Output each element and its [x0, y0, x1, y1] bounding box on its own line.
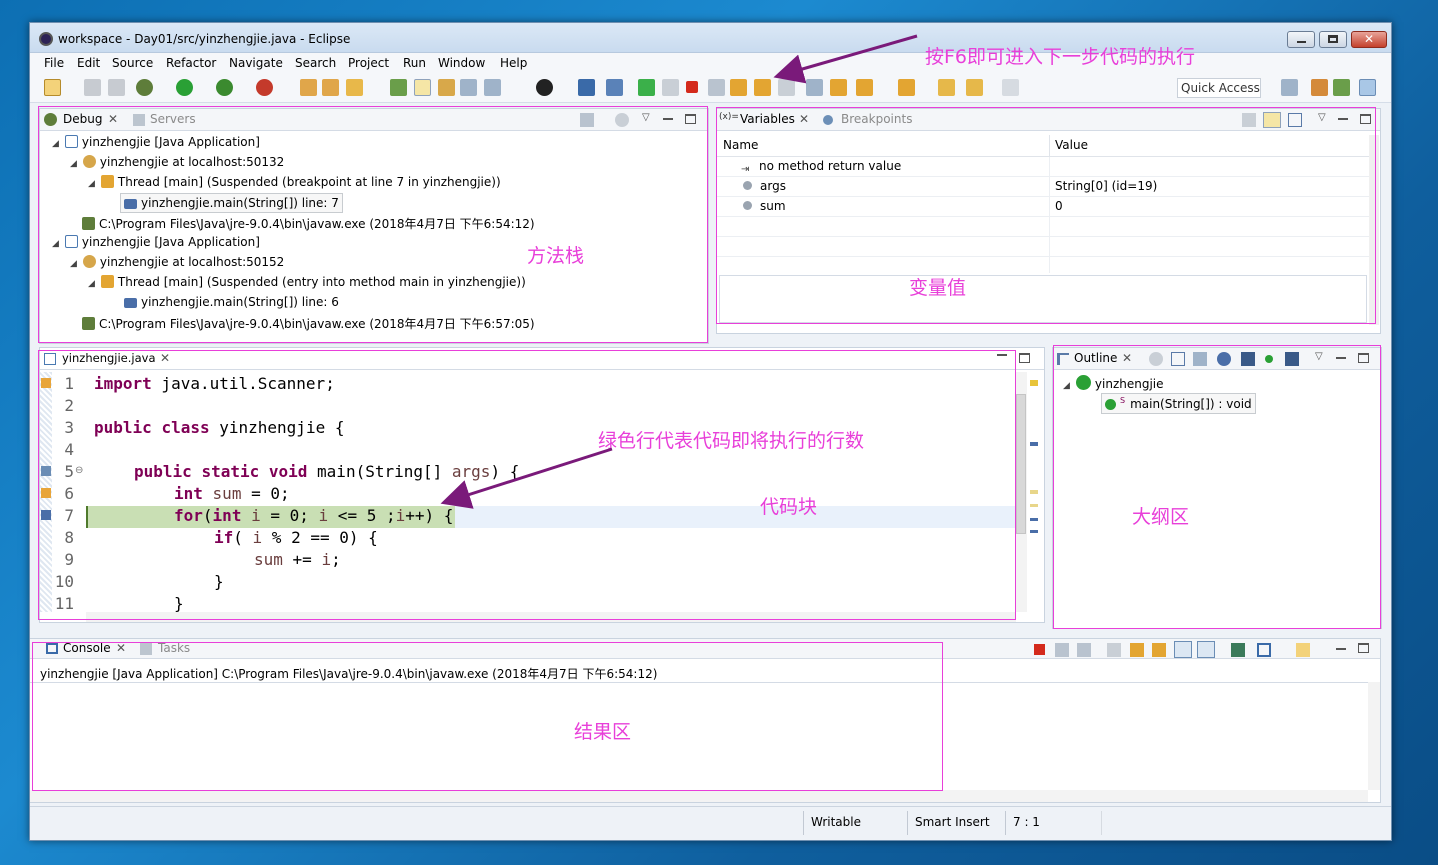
save-icon[interactable]: [84, 79, 101, 96]
previous-edit-icon[interactable]: [898, 79, 915, 96]
open-type-icon[interactable]: [300, 79, 317, 96]
menu-file[interactable]: File: [44, 56, 64, 70]
status-writable: Writable: [811, 815, 861, 829]
annotation-box-variables: [716, 107, 1376, 324]
step-over-icon[interactable]: [754, 79, 771, 96]
remove-launch-icon[interactable]: [1055, 643, 1069, 657]
search-icon[interactable]: [346, 79, 363, 96]
menu-help[interactable]: Help: [500, 56, 527, 70]
scroll-lock-icon[interactable]: [1130, 643, 1144, 657]
quick-access-field[interactable]: Quick Access: [1177, 78, 1261, 98]
show-on-stderr-icon[interactable]: [1197, 641, 1215, 658]
debug-perspective-icon[interactable]: [1359, 79, 1376, 96]
coverage-icon[interactable]: [216, 79, 233, 96]
resume-icon[interactable]: [638, 79, 655, 96]
status-insert-mode[interactable]: Smart Insert: [915, 815, 990, 829]
status-cursor-position: 7 : 1: [1013, 815, 1040, 829]
step-into-icon[interactable]: [730, 79, 747, 96]
annotation-f6: 按F6即可进入下一步代码的执行: [925, 46, 1196, 68]
toggle-mark-icon[interactable]: [390, 79, 407, 96]
perspective-user-icon[interactable]: [536, 79, 553, 96]
step-return-icon[interactable]: [778, 79, 795, 96]
status-bar: Writable Smart Insert 7 : 1: [30, 806, 1391, 840]
next-edit-icon[interactable]: [856, 79, 873, 96]
annotation-box-code: [38, 350, 1016, 620]
new-icon[interactable]: [44, 79, 61, 96]
annotation-code-block: 代码块: [760, 496, 818, 518]
disconnect-icon[interactable]: [708, 79, 725, 96]
eclipse-logo-icon: [39, 32, 53, 46]
overview-ruler[interactable]: [1028, 372, 1042, 612]
annotation-box-result: [32, 642, 943, 791]
annotation-result: 结果区: [574, 721, 632, 743]
annotation-outline: 大纲区: [1132, 506, 1190, 528]
menu-source[interactable]: Source: [112, 56, 153, 70]
skip-breakpoints-icon[interactable]: [606, 79, 623, 96]
external-tools-icon[interactable]: [256, 79, 273, 96]
open-console-icon[interactable]: [1296, 643, 1310, 657]
annotation-box-outline: [1053, 345, 1381, 629]
open-perspective-icon[interactable]: [1281, 79, 1298, 96]
save-all-icon[interactable]: [108, 79, 125, 96]
annotation-method-stack: 方法栈: [527, 245, 585, 267]
run-icon[interactable]: [176, 79, 193, 96]
menu-search[interactable]: Search: [295, 56, 336, 70]
annotation-variables: 变量值: [909, 277, 967, 299]
display-console-icon[interactable]: [1257, 643, 1271, 657]
minimize-button[interactable]: [1287, 31, 1315, 48]
menu-project[interactable]: Project: [348, 56, 389, 70]
show-on-stdout-icon[interactable]: [1174, 641, 1192, 658]
use-step-filters-icon[interactable]: [806, 79, 823, 96]
next-annotation-icon[interactable]: [438, 79, 455, 96]
clear-console-icon[interactable]: [1107, 643, 1121, 657]
java-perspective-icon[interactable]: [1311, 79, 1328, 96]
console-icon[interactable]: [578, 79, 595, 96]
debug-icon[interactable]: [136, 79, 153, 96]
close-button[interactable]: ✕: [1351, 31, 1387, 48]
vertical-scrollbar[interactable]: [1368, 682, 1380, 790]
block-selection-icon[interactable]: [460, 79, 477, 96]
vertical-scrollbar[interactable]: [1015, 372, 1027, 612]
drop-to-frame-icon[interactable]: [830, 79, 847, 96]
maximize-view-icon[interactable]: [1019, 353, 1030, 363]
open-task-icon[interactable]: [322, 79, 339, 96]
whitespace-icon[interactable]: [484, 79, 501, 96]
forward-disabled-icon[interactable]: [1002, 79, 1019, 96]
horizontal-scrollbar[interactable]: [30, 790, 1368, 802]
menu-refactor[interactable]: Refactor: [166, 56, 216, 70]
terminate-icon[interactable]: [1034, 644, 1045, 655]
menu-navigate[interactable]: Navigate: [229, 56, 283, 70]
word-wrap-icon[interactable]: [1152, 643, 1166, 657]
annotation-box-method-stack: [38, 106, 708, 343]
suspend-icon[interactable]: [662, 79, 679, 96]
back-icon[interactable]: [938, 79, 955, 96]
menu-run[interactable]: Run: [403, 56, 426, 70]
minimize-view-icon[interactable]: [1336, 648, 1346, 650]
maximize-view-icon[interactable]: [1358, 643, 1369, 653]
maximize-button[interactable]: [1319, 31, 1347, 48]
quick-access-label: Quick Access: [1181, 81, 1260, 95]
main-toolbar: Quick Access: [30, 73, 1391, 103]
window-title: workspace - Day01/src/yinzhengjie.java -…: [58, 32, 351, 46]
java-ee-perspective-icon[interactable]: [1333, 79, 1350, 96]
menu-window[interactable]: Window: [438, 56, 485, 70]
terminate-icon[interactable]: [686, 81, 698, 93]
remove-all-terminated-icon[interactable]: [1077, 643, 1091, 657]
highlight-icon[interactable]: [414, 79, 431, 96]
pin-console-icon[interactable]: [1231, 643, 1245, 657]
annotation-green-line: 绿色行代表代码即将执行的行数: [598, 430, 865, 452]
forward-icon[interactable]: [966, 79, 983, 96]
menu-edit[interactable]: Edit: [77, 56, 100, 70]
